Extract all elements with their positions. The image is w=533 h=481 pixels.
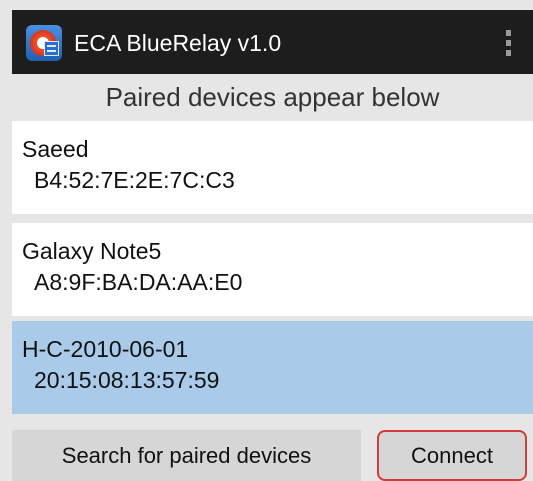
device-name: Saeed [22,136,89,162]
device-list-item-saeed[interactable]: Saeed B4:52:7E:2E:7C:C3 [12,121,533,214]
overflow-menu-icon[interactable] [504,30,512,56]
app-title: ECA BlueRelay v1.0 [74,30,282,56]
device-address: A8:9F:BA:DA:AA:E0 [34,269,243,295]
app-screen: ECA BlueRelay v1.0 Paired devices appear… [0,0,533,481]
device-address: 20:15:08:13:57:59 [34,367,220,393]
device-list-item-galaxy-note5[interactable]: Galaxy Note5 A8:9F:BA:DA:AA:E0 [12,223,533,316]
device-name: H-C-2010-06-01 [22,336,189,362]
paired-devices-header: Paired devices appear below [105,82,440,112]
app-logo-icon [26,25,62,61]
device-name: Galaxy Note5 [22,238,162,264]
device-list-item-hc-2010-06-01[interactable]: H-C-2010-06-01 20:15:08:13:57:59 [12,321,533,414]
search-paired-devices-button[interactable]: Search for paired devices [12,430,361,481]
connect-button[interactable]: Connect [377,430,527,481]
device-address: B4:52:7E:2E:7C:C3 [34,167,235,193]
action-bar: ECA BlueRelay v1.0 [12,10,533,74]
